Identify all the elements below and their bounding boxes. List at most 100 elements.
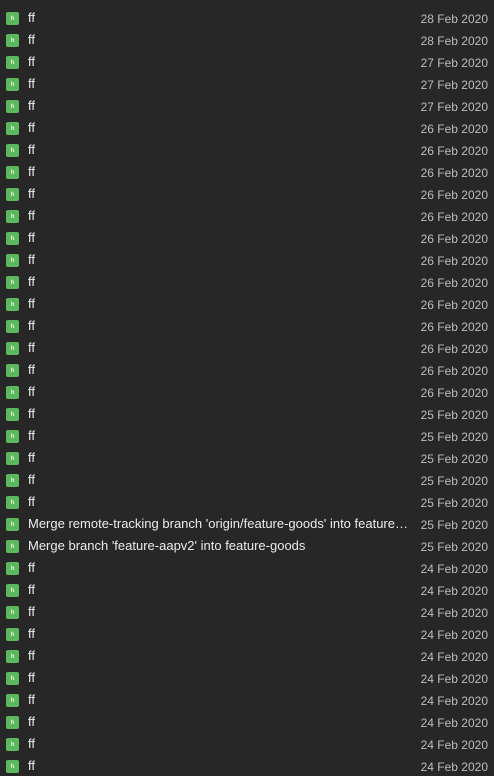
- commit-row[interactable]: h ff 27 Feb 2020: [0, 51, 494, 73]
- file-status-icon: h: [6, 232, 19, 245]
- commit-date: 26 Feb 2020: [420, 144, 488, 158]
- file-status-icon: h: [6, 298, 19, 311]
- commit-message: ff: [28, 714, 35, 729]
- commit-row[interactable]: h Merge remote-tracking branch 'origin/fe…: [0, 513, 494, 535]
- file-status-glyph: h: [10, 433, 15, 440]
- commit-row[interactable]: h ff 26 Feb 2020: [0, 139, 494, 161]
- commit-date: 26 Feb 2020: [420, 320, 488, 334]
- file-status-icon: h: [6, 386, 19, 399]
- file-status-icon: h: [6, 694, 19, 707]
- commit-message: ff: [28, 626, 35, 641]
- commit-history-list: h ff 28 Feb 2020 h ff 28 Feb 2020 h ff 27 Feb 20…: [0, 0, 494, 776]
- commit-row[interactable]: h ff 26 Feb 2020: [0, 117, 494, 139]
- commit-row[interactable]: h ff 24 Feb 2020: [0, 733, 494, 755]
- commit-message: ff: [28, 560, 35, 575]
- commit-row[interactable]: h ff 25 Feb 2020: [0, 447, 494, 469]
- file-status-glyph: h: [10, 235, 15, 242]
- commit-date: 25 Feb 2020: [420, 540, 488, 554]
- commit-row[interactable]: h ff 24 Feb 2020: [0, 711, 494, 733]
- commit-message: ff: [28, 164, 35, 179]
- commit-date: 26 Feb 2020: [420, 386, 488, 400]
- commit-row[interactable]: h ff 26 Feb 2020: [0, 227, 494, 249]
- commit-row[interactable]: h ff 24 Feb 2020: [0, 557, 494, 579]
- file-status-glyph: h: [10, 103, 15, 110]
- commit-message: ff: [28, 362, 35, 377]
- file-status-glyph: h: [10, 675, 15, 682]
- commit-date: 24 Feb 2020: [420, 628, 488, 642]
- commit-row[interactable]: h ff 25 Feb 2020: [0, 491, 494, 513]
- commit-message: ff: [28, 54, 35, 69]
- commit-message: ff: [28, 120, 35, 135]
- file-status-glyph: h: [10, 411, 15, 418]
- commit-message: ff: [28, 230, 35, 245]
- commit-row[interactable]: h ff 26 Feb 2020: [0, 183, 494, 205]
- commit-row[interactable]: h ff 24 Feb 2020: [0, 579, 494, 601]
- file-status-glyph: h: [10, 191, 15, 198]
- commit-date: 25 Feb 2020: [420, 496, 488, 510]
- file-status-icon: h: [6, 342, 19, 355]
- commit-row[interactable]: h ff 26 Feb 2020: [0, 293, 494, 315]
- commit-message: ff: [28, 340, 35, 355]
- commit-row[interactable]: h ff 26 Feb 2020: [0, 249, 494, 271]
- commit-row[interactable]: h ff 26 Feb 2020: [0, 381, 494, 403]
- commit-message: ff: [28, 384, 35, 399]
- commit-row[interactable]: h ff 26 Feb 2020: [0, 161, 494, 183]
- commit-message: ff: [28, 32, 35, 47]
- file-status-glyph: h: [10, 59, 15, 66]
- commit-date: 24 Feb 2020: [420, 694, 488, 708]
- commit-row[interactable]: h ff 26 Feb 2020: [0, 315, 494, 337]
- file-status-glyph: h: [10, 15, 15, 22]
- commit-message: ff: [28, 494, 35, 509]
- commit-row[interactable]: h ff 26 Feb 2020: [0, 337, 494, 359]
- commit-row[interactable]: h ff 24 Feb 2020: [0, 601, 494, 623]
- file-status-icon: h: [6, 716, 19, 729]
- commit-message: ff: [28, 296, 35, 311]
- file-status-glyph: h: [10, 763, 15, 770]
- commit-message: ff: [28, 472, 35, 487]
- commit-row[interactable]: h ff 26 Feb 2020: [0, 359, 494, 381]
- file-status-icon: h: [6, 320, 19, 333]
- commit-row[interactable]: h ff 24 Feb 2020: [0, 755, 494, 776]
- commit-date: 24 Feb 2020: [420, 606, 488, 620]
- commit-row[interactable]: h ff 24 Feb 2020: [0, 645, 494, 667]
- file-status-icon: h: [6, 540, 19, 553]
- commit-date: 26 Feb 2020: [420, 342, 488, 356]
- commit-message: ff: [28, 582, 35, 597]
- file-status-icon: h: [6, 606, 19, 619]
- commit-row[interactable]: h ff 26 Feb 2020: [0, 205, 494, 227]
- file-status-glyph: h: [10, 609, 15, 616]
- file-status-glyph: h: [10, 741, 15, 748]
- commit-date: 24 Feb 2020: [420, 562, 488, 576]
- commit-row[interactable]: h ff 26 Feb 2020: [0, 271, 494, 293]
- file-status-glyph: h: [10, 169, 15, 176]
- commit-date: 25 Feb 2020: [420, 474, 488, 488]
- commit-message: ff: [28, 648, 35, 663]
- file-status-glyph: h: [10, 389, 15, 396]
- commit-row[interactable]: h ff 24 Feb 2020: [0, 689, 494, 711]
- commit-message: ff: [28, 274, 35, 289]
- commit-date: 24 Feb 2020: [420, 716, 488, 730]
- file-status-glyph: h: [10, 631, 15, 638]
- commit-date: 26 Feb 2020: [420, 232, 488, 246]
- commit-date: 24 Feb 2020: [420, 760, 488, 774]
- commit-message: Merge remote-tracking branch 'origin/fea…: [28, 516, 412, 531]
- file-status-icon: h: [6, 584, 19, 597]
- commit-row[interactable]: h ff 28 Feb 2020: [0, 29, 494, 51]
- commit-row[interactable]: h ff 27 Feb 2020: [0, 95, 494, 117]
- commit-message: ff: [28, 10, 35, 25]
- commit-row[interactable]: h ff 27 Feb 2020: [0, 73, 494, 95]
- commit-message: ff: [28, 758, 35, 773]
- commit-date: 25 Feb 2020: [420, 452, 488, 466]
- commit-row[interactable]: h ff 28 Feb 2020: [0, 7, 494, 29]
- commit-message: ff: [28, 736, 35, 751]
- commit-row[interactable]: h ff 25 Feb 2020: [0, 469, 494, 491]
- commit-row[interactable]: h ff 24 Feb 2020: [0, 623, 494, 645]
- commit-row[interactable]: h Merge branch 'feature-aapv2' into featu…: [0, 535, 494, 557]
- file-status-icon: h: [6, 562, 19, 575]
- commit-message: ff: [28, 318, 35, 333]
- commit-row[interactable]: h ff 25 Feb 2020: [0, 425, 494, 447]
- commit-row[interactable]: h ff 24 Feb 2020: [0, 667, 494, 689]
- file-status-icon: h: [6, 672, 19, 685]
- commit-row[interactable]: h ff 25 Feb 2020: [0, 403, 494, 425]
- file-status-glyph: h: [10, 719, 15, 726]
